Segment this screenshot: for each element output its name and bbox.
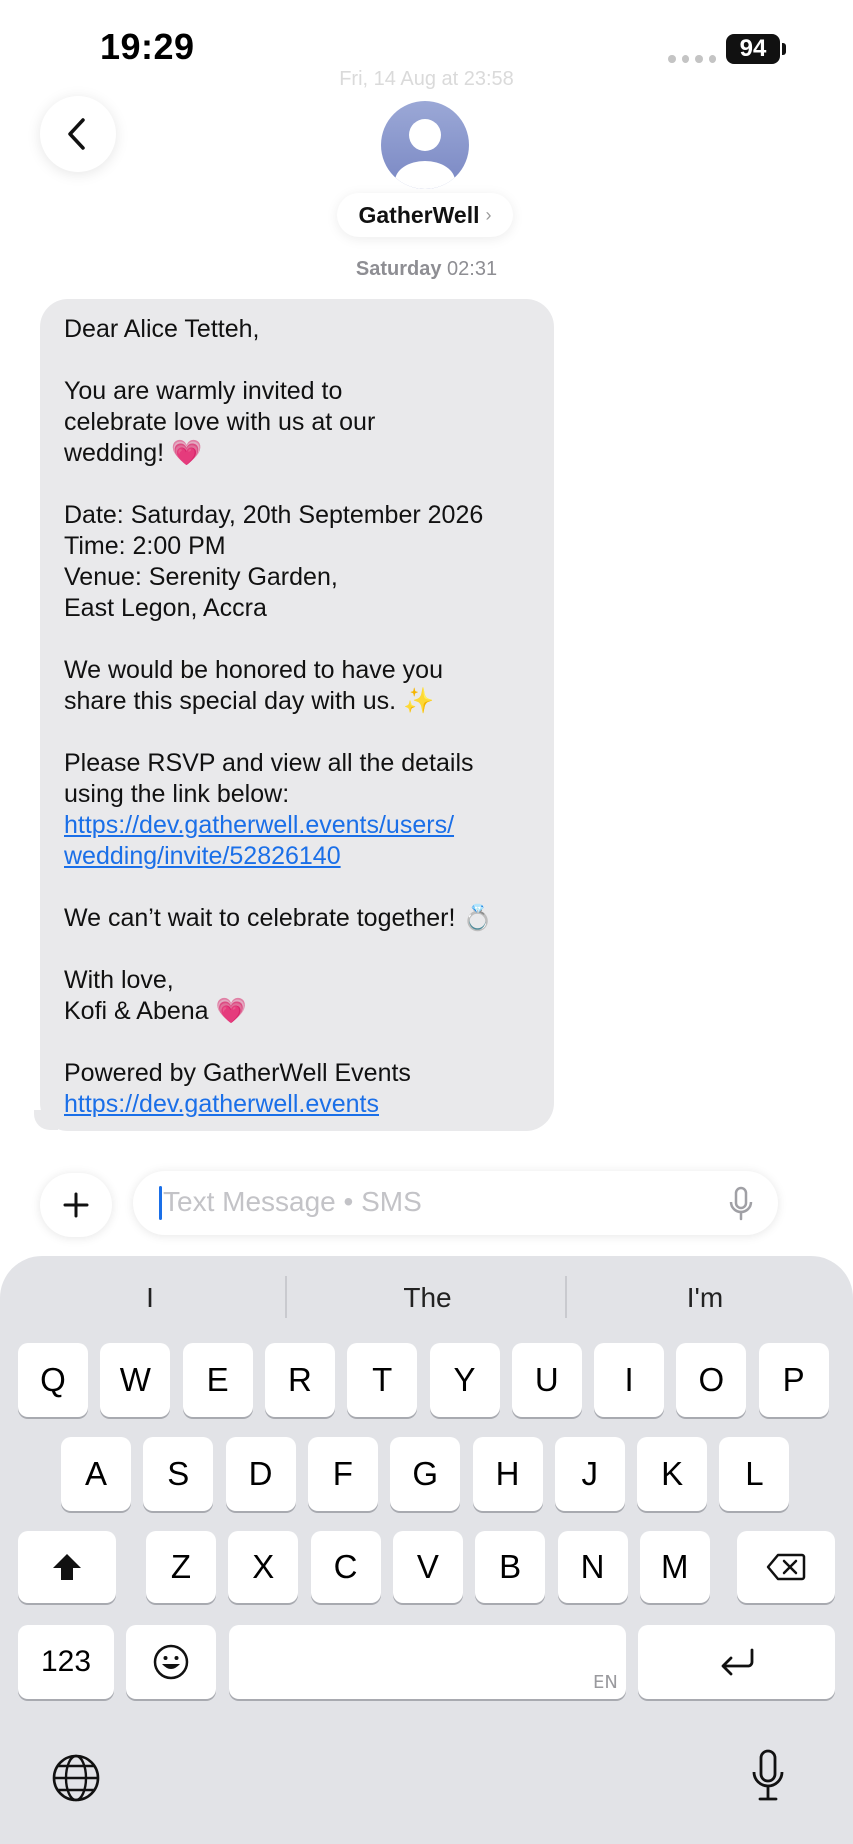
message-line: share this special day with us. ✨ (64, 687, 435, 715)
previous-message-date: Fri, 14 Aug at 23:58 (339, 68, 514, 90)
message-line (64, 1027, 544, 1058)
key-p[interactable]: P (758, 1343, 829, 1417)
return-icon (721, 1648, 753, 1676)
key-n[interactable]: N (557, 1531, 628, 1603)
numbers-key[interactable]: 123 (18, 1625, 114, 1699)
dictation-mic-icon[interactable] (728, 1186, 754, 1227)
key-k[interactable]: K (637, 1437, 708, 1511)
message-link[interactable]: wedding/invite/52826140 (64, 841, 544, 872)
message-line: You are warmly invited to (64, 377, 343, 405)
key-u[interactable]: U (511, 1343, 582, 1417)
backspace-icon (766, 1553, 806, 1581)
delete-key[interactable] (737, 1531, 835, 1603)
message-line: Date: Saturday, 20th September 2026 (64, 501, 484, 529)
message-line: Please RSVP and view all the details (64, 749, 474, 777)
shift-icon (53, 1554, 81, 1580)
key-z[interactable]: Z (146, 1531, 216, 1603)
message-line: Dear Alice Tetteh, (64, 315, 260, 343)
text-caret (159, 1186, 162, 1220)
status-time: 19:29 (100, 26, 195, 67)
chevron-left-icon (68, 118, 85, 150)
key-c[interactable]: C (310, 1531, 381, 1603)
keyboard-language-label: EN (593, 1672, 618, 1693)
add-attachment-button[interactable] (40, 1173, 112, 1237)
key-q[interactable]: Q (18, 1343, 88, 1417)
key-o[interactable]: O (676, 1343, 747, 1417)
key-t[interactable]: T (347, 1343, 418, 1417)
globe-icon[interactable] (50, 1752, 102, 1809)
message-line: Time: 2:00 PM (64, 532, 226, 560)
emoji-key[interactable] (126, 1625, 216, 1699)
suggestion-1[interactable]: I (30, 1278, 270, 1318)
key-e[interactable]: E (182, 1343, 253, 1417)
battery-tip (782, 43, 786, 55)
message-line: We would be honored to have you (64, 656, 443, 684)
space-key[interactable] (229, 1625, 626, 1699)
key-r[interactable]: R (264, 1343, 335, 1417)
keyboard-mic-icon[interactable] (750, 1748, 786, 1809)
message-line: Kofi & Abena 💗 (64, 997, 247, 1025)
message-line: We can’t wait to celebrate together! 💍 (64, 904, 494, 932)
message-line (64, 872, 544, 903)
chevron-right-icon: › (485, 204, 492, 225)
contact-avatar[interactable] (381, 101, 469, 189)
message-line: using the link below: (64, 780, 290, 808)
person-icon (395, 119, 455, 189)
message-text: Dear Alice Tetteh, You are warmly invited… (64, 314, 544, 1120)
key-a[interactable]: A (61, 1437, 131, 1511)
battery-icon: 94 (726, 34, 780, 64)
signal-icon (668, 55, 716, 63)
suggestion-2[interactable]: The (300, 1278, 555, 1318)
message-line: Powered by GatherWell Events (64, 1059, 411, 1087)
shift-key[interactable] (18, 1531, 116, 1603)
key-s[interactable]: S (143, 1437, 214, 1511)
key-j[interactable]: J (554, 1437, 625, 1511)
message-input-placeholder: Text Message • SMS (163, 1186, 422, 1217)
message-line: wedding! 💗 (64, 439, 203, 467)
message-line: celebrate love with us at our (64, 408, 376, 436)
key-i[interactable]: I (594, 1343, 665, 1417)
message-line (64, 469, 544, 500)
key-d[interactable]: D (225, 1437, 296, 1511)
message-line (64, 624, 544, 655)
key-g[interactable]: G (390, 1437, 461, 1511)
emoji-icon (153, 1644, 189, 1680)
contact-name: GatherWell (358, 201, 480, 228)
key-l[interactable]: L (719, 1437, 790, 1511)
message-line (64, 934, 544, 965)
return-key[interactable] (638, 1625, 835, 1699)
message-link[interactable]: https://dev.gatherwell.events (64, 1089, 544, 1120)
message-line (64, 717, 544, 748)
key-y[interactable]: Y (429, 1343, 500, 1417)
key-v[interactable]: V (392, 1531, 463, 1603)
contact-name-button[interactable]: GatherWell › (337, 193, 513, 237)
timestamp-time: 02:31 (447, 258, 498, 280)
back-button[interactable] (40, 96, 116, 172)
key-h[interactable]: H (472, 1437, 543, 1511)
message-line: East Legon, Accra (64, 594, 267, 622)
key-b[interactable]: B (475, 1531, 546, 1603)
message-line: Venue: Serenity Garden, (64, 563, 338, 591)
message-timestamp: Saturday 02:31 (0, 258, 853, 281)
key-x[interactable]: X (228, 1531, 299, 1603)
timestamp-day: Saturday (355, 258, 442, 280)
key-w[interactable]: W (100, 1343, 171, 1417)
plus-icon (63, 1192, 89, 1218)
key-f[interactable]: F (307, 1437, 378, 1511)
suggestion-3[interactable]: I'm (580, 1278, 830, 1318)
message-link[interactable]: https://dev.gatherwell.events/users/ (64, 810, 544, 841)
suggestion-divider (565, 1276, 567, 1318)
message-line: With love, (64, 966, 174, 994)
suggestion-divider (285, 1276, 287, 1318)
message-line (64, 345, 544, 376)
key-m[interactable]: M (639, 1531, 710, 1603)
